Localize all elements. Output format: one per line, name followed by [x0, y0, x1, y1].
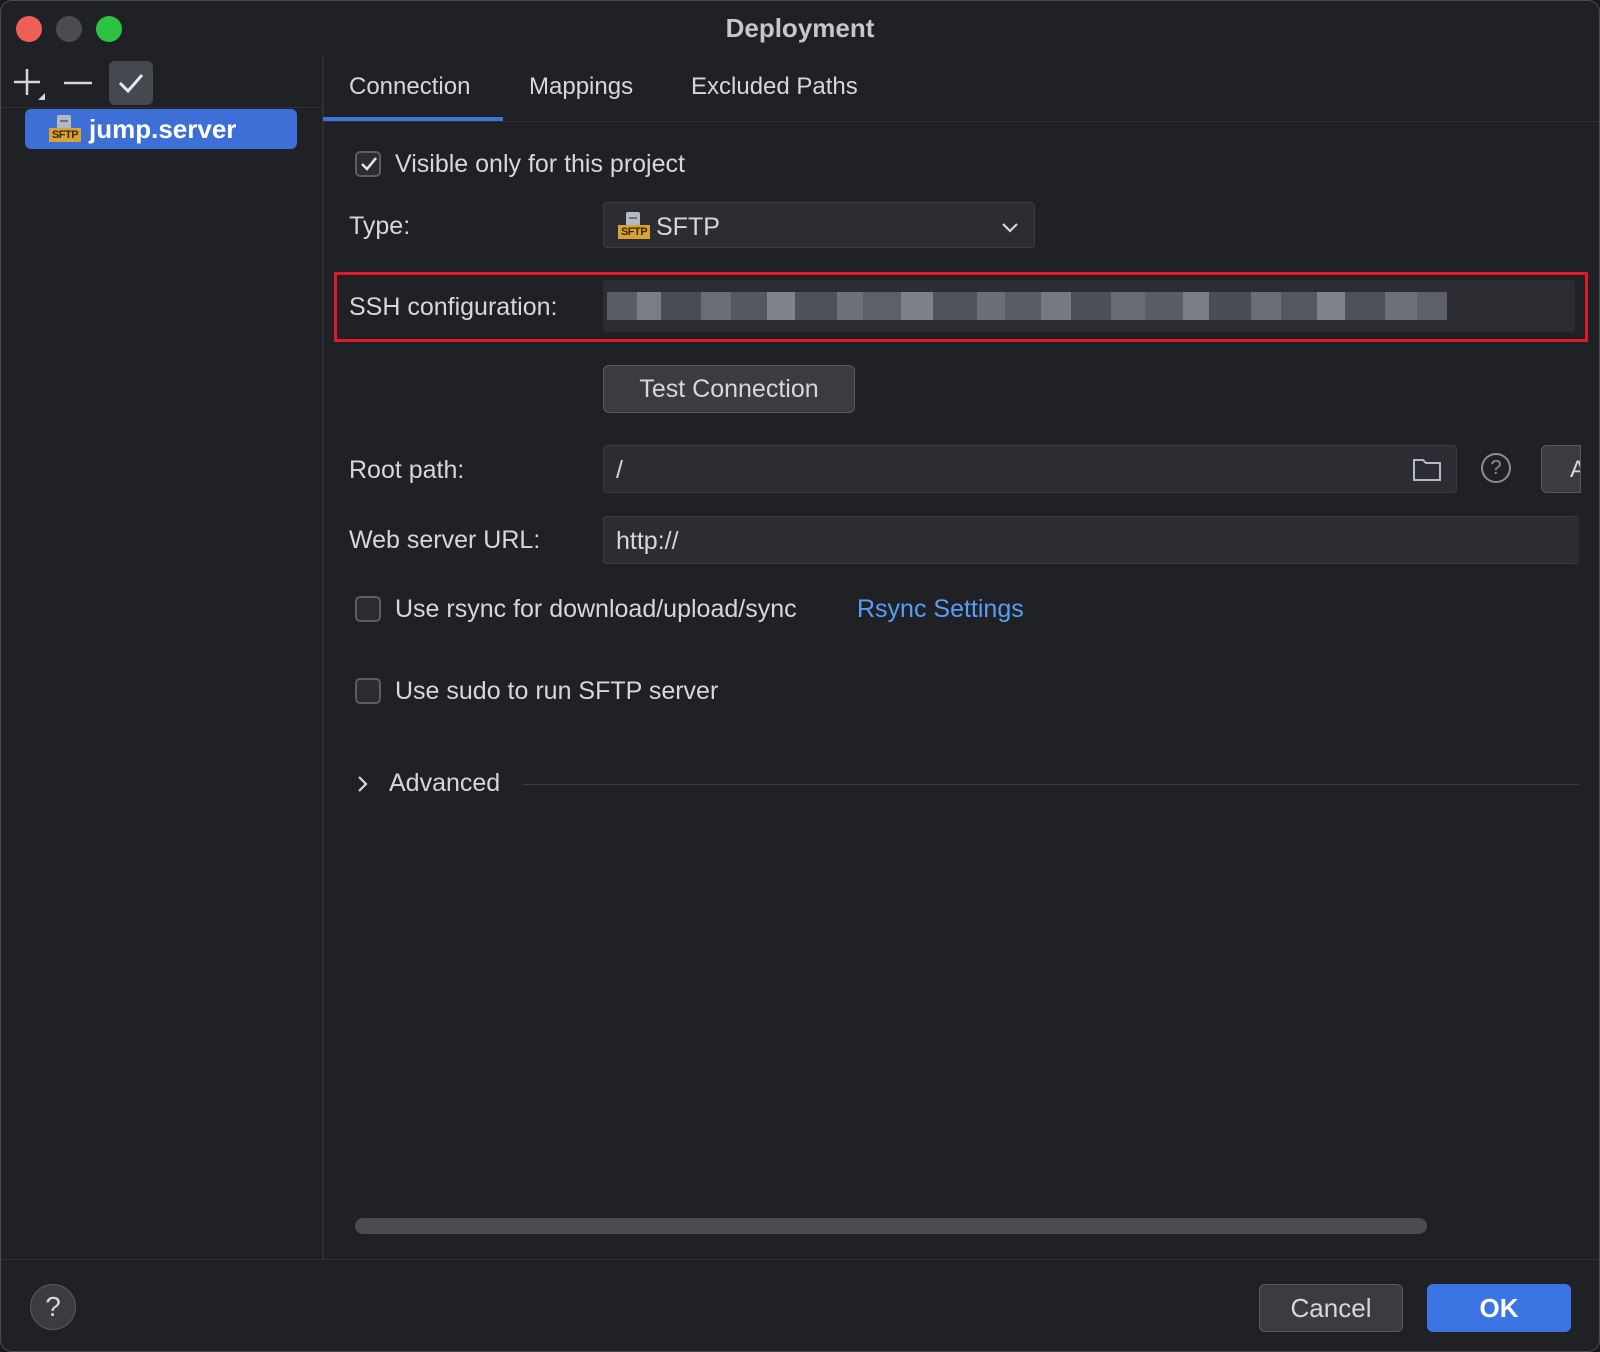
- web-server-url-label: Web server URL:: [349, 526, 541, 554]
- ssh-configuration-select[interactable]: [603, 280, 1575, 332]
- sidebar-toolbar: [1, 55, 322, 108]
- root-path-label: Root path:: [349, 456, 465, 484]
- type-select[interactable]: SFTP SFTP: [603, 202, 1035, 248]
- help-button[interactable]: ?: [30, 1284, 76, 1330]
- set-default-server-button[interactable]: [109, 61, 153, 105]
- tab-excluded-paths[interactable]: Excluded Paths: [691, 73, 858, 101]
- type-select-value: SFTP: [656, 213, 720, 241]
- horizontal-scrollbar[interactable]: [355, 1218, 1427, 1234]
- remove-server-button[interactable]: [56, 61, 100, 105]
- minus-icon: [64, 81, 92, 85]
- chevron-right-icon[interactable]: [353, 773, 373, 795]
- title-bar: Deployment: [1, 1, 1599, 55]
- type-label: Type:: [349, 212, 411, 240]
- rsync-checkbox[interactable]: [355, 596, 381, 622]
- sudo-checkbox[interactable]: [355, 678, 381, 704]
- rsync-settings-link[interactable]: Rsync Settings: [857, 595, 1024, 624]
- ssh-configuration-label: SSH configuration:: [349, 293, 558, 321]
- ok-button[interactable]: OK: [1427, 1284, 1571, 1332]
- chevron-down-icon: [1002, 223, 1018, 233]
- sidebar-item-jump-server[interactable]: SFTP jump.server: [25, 109, 297, 149]
- root-path-help-icon[interactable]: ?: [1481, 453, 1511, 483]
- dialog-footer: ? Cancel OK: [1, 1259, 1599, 1351]
- plus-icon: [14, 69, 45, 100]
- advanced-divider: [523, 784, 1579, 785]
- cancel-button[interactable]: Cancel: [1259, 1284, 1403, 1332]
- web-server-url-input[interactable]: http://: [603, 516, 1579, 564]
- sidebar-item-label: jump.server: [89, 113, 237, 144]
- tab-connection[interactable]: Connection: [349, 73, 470, 101]
- visible-only-checkbox[interactable]: [355, 151, 381, 177]
- deployment-dialog: Deployment SFTP jump.server Connection M…: [0, 0, 1600, 1352]
- window-title: Deployment: [725, 13, 875, 43]
- tab-mappings[interactable]: Mappings: [529, 73, 633, 101]
- root-path-input[interactable]: /: [603, 445, 1457, 493]
- checkmark-icon: [361, 157, 377, 171]
- redacted-value: [607, 292, 1447, 320]
- advanced-section-toggle[interactable]: Advanced: [389, 769, 500, 798]
- sftp-server-icon: SFTP: [49, 113, 81, 145]
- tab-bar: Connection Mappings Excluded Paths: [323, 55, 1599, 122]
- web-server-url-value: http://: [616, 527, 679, 555]
- sudo-label: Use sudo to run SFTP server: [395, 677, 719, 705]
- sftp-icon: SFTP: [618, 210, 650, 242]
- visible-only-label: Visible only for this project: [395, 150, 685, 178]
- add-server-button[interactable]: [7, 61, 51, 105]
- autodetect-button[interactable]: A: [1541, 445, 1581, 493]
- root-path-value: /: [616, 456, 623, 484]
- check-icon: [118, 74, 144, 94]
- active-tab-indicator: [323, 117, 503, 121]
- test-connection-button[interactable]: Test Connection: [603, 365, 855, 413]
- server-list-sidebar: SFTP jump.server: [1, 55, 324, 1259]
- rsync-label: Use rsync for download/upload/sync: [395, 595, 797, 623]
- folder-icon[interactable]: [1412, 456, 1442, 482]
